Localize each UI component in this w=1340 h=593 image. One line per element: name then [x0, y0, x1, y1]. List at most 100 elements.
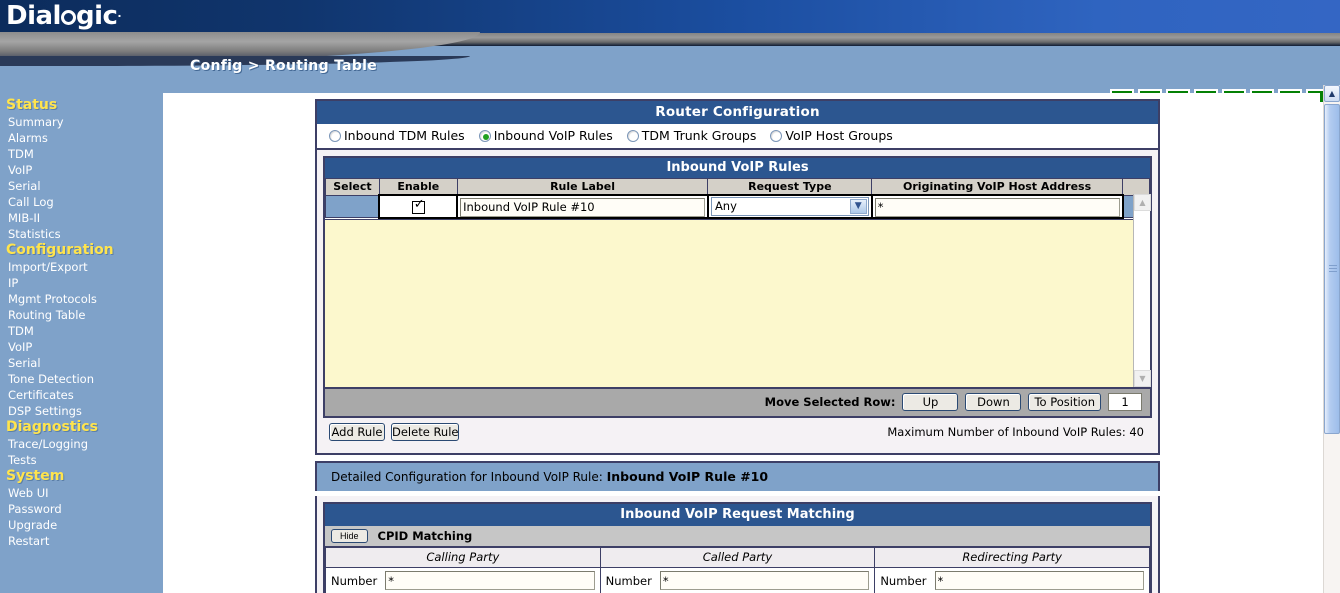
move-selected-row-bar: Move Selected Row: Up Down To Position: [325, 386, 1150, 416]
logo-text-second: gic: [75, 1, 118, 31]
rule-label-input[interactable]: [460, 197, 705, 217]
page-scrollbar-thumb[interactable]: [1324, 104, 1340, 434]
radio-button-icon[interactable]: [329, 129, 341, 142]
row-originating-host-cell: [870, 194, 1124, 219]
max-rules-note: Maximum Number of Inbound VoIP Rules: 40: [887, 424, 1144, 439]
inbound-voip-rules-box: Inbound VoIP Rules Select Enable Rule La…: [323, 156, 1152, 418]
rule-type-radio-group: Inbound TDM Rules Inbound VoIP Rules TDM…: [317, 124, 1158, 150]
radio-button-selected-icon[interactable]: [478, 129, 491, 142]
sidebar-item-alarms[interactable]: Alarms: [0, 130, 163, 146]
request-type-select[interactable]: Any ▼: [710, 196, 869, 216]
logo-trademark: .: [117, 7, 122, 20]
scroll-up-icon[interactable]: ▲: [1134, 193, 1151, 211]
sidebar-item-serial-status[interactable]: Serial: [0, 178, 163, 194]
detailed-configuration-bar: Detailed Configuration for Inbound VoIP …: [315, 461, 1160, 491]
page-scroll-up-icon[interactable]: ▲: [1324, 85, 1340, 102]
radio-voip-host-groups[interactable]: VoIP Host Groups: [770, 128, 893, 143]
hide-button[interactable]: Hide: [331, 529, 368, 543]
row-rule-label-cell: [456, 194, 709, 219]
detailed-configuration-prefix: Detailed Configuration for Inbound VoIP …: [331, 470, 603, 484]
logo-text-first: Dial: [6, 1, 61, 31]
redirecting-party-cell: Number: [874, 567, 1150, 593]
column-header-called-party: Called Party: [599, 547, 876, 568]
request-type-value: Any: [714, 198, 737, 213]
sidebar-heading-diagnostics: Diagnostics: [6, 419, 98, 435]
sidebar-item-dsp-settings[interactable]: DSP Settings: [0, 403, 163, 419]
rules-table: Select Enable Rule Label Request Type Or…: [325, 178, 1150, 219]
column-header-originating-host: Originating VoIP Host Address: [871, 178, 1123, 196]
called-party-number-input[interactable]: [659, 571, 870, 590]
to-position-button[interactable]: To Position: [1028, 392, 1101, 411]
sidebar-item-ip[interactable]: IP: [0, 275, 163, 291]
sidebar-item-mib-ii[interactable]: MIB-II: [0, 210, 163, 226]
column-header-enable: Enable: [378, 178, 458, 196]
sidebar-item-upgrade[interactable]: Upgrade: [0, 517, 163, 533]
add-rule-button[interactable]: Add Rule: [329, 422, 385, 441]
delete-rule-button[interactable]: Delete Rule: [391, 422, 460, 441]
move-selected-row-label: Move Selected Row:: [764, 394, 896, 409]
application-window: Dialgic. Ports Config > Routing Table St…: [0, 0, 1340, 593]
calling-party-number-label: Number: [331, 573, 378, 588]
sidebar-item-password[interactable]: Password: [0, 501, 163, 517]
to-position-input[interactable]: [1108, 392, 1142, 411]
request-matching-title: Inbound VoIP Request Matching: [325, 504, 1150, 526]
column-header-request-type: Request Type: [707, 178, 873, 196]
radio-label: VoIP Host Groups: [785, 128, 893, 143]
sidebar-heading-status: Status: [6, 97, 58, 113]
sidebar-item-voip-status[interactable]: VoIP: [0, 162, 163, 178]
sidebar-item-voip-config[interactable]: VoIP: [0, 339, 163, 355]
router-configuration-title: Router Configuration: [317, 101, 1158, 124]
scroll-down-icon[interactable]: ▼: [1134, 369, 1151, 387]
sidebar-item-certificates[interactable]: Certificates: [0, 387, 163, 403]
sidebar-item-import-export[interactable]: Import/Export: [0, 259, 163, 275]
rule-actions-row: Add Rule Delete Rule Maximum Number of I…: [323, 417, 1152, 447]
sidebar-item-summary[interactable]: Summary: [0, 114, 163, 130]
sidebar-item-call-log[interactable]: Call Log: [0, 194, 163, 210]
sidebar-item-serial-config[interactable]: Serial: [0, 355, 163, 371]
page-scrollbar[interactable]: ▲: [1323, 85, 1340, 593]
called-party-number-label: Number: [605, 573, 652, 588]
called-party-cell: Number: [599, 567, 876, 593]
sidebar-heading-system: System: [6, 468, 65, 484]
inbound-voip-rules-title: Inbound VoIP Rules: [325, 158, 1150, 178]
rules-list-empty-area: ▲ ▼: [325, 193, 1151, 387]
radio-tdm-trunk-groups[interactable]: TDM Trunk Groups: [626, 128, 756, 143]
radio-inbound-voip-rules[interactable]: Inbound VoIP Rules: [478, 128, 613, 143]
sidebar-item-routing-table[interactable]: Routing Table: [0, 307, 163, 323]
sidebar-item-trace-logging[interactable]: Trace/Logging: [0, 436, 163, 452]
calling-party-number-input[interactable]: [385, 571, 595, 590]
sidebar-item-statistics[interactable]: Statistics: [0, 226, 163, 242]
row-enable-cell: [378, 194, 459, 219]
column-header-calling-party: Calling Party: [325, 547, 601, 568]
main-content: Router Configuration Inbound TDM Rules I…: [163, 93, 1320, 593]
sidebar-heading-configuration: Configuration: [6, 242, 114, 258]
column-header-select: Select: [325, 178, 380, 196]
sidebar-item-tone-detection[interactable]: Tone Detection: [0, 371, 163, 387]
enable-checkbox[interactable]: [411, 198, 425, 214]
row-request-type-cell: Any ▼: [706, 194, 873, 219]
rules-list-scrollbar[interactable]: ▲ ▼: [1133, 193, 1151, 387]
chevron-down-icon[interactable]: ▼: [849, 198, 867, 214]
scrollbar-grip-icon: [1329, 265, 1337, 273]
radio-inbound-tdm-rules[interactable]: Inbound TDM Rules: [329, 128, 465, 143]
party-number-row: Number Number: [325, 567, 1150, 593]
detailed-configuration-rule-name: Inbound VoIP Rule #10: [606, 469, 769, 484]
move-up-button[interactable]: Up: [902, 392, 959, 411]
router-configuration-panel: Router Configuration Inbound TDM Rules I…: [315, 99, 1160, 455]
originating-host-input[interactable]: [874, 197, 1120, 217]
calling-party-cell: Number: [325, 567, 601, 593]
radio-button-icon[interactable]: [626, 129, 639, 142]
sidebar-item-tests[interactable]: Tests: [0, 452, 163, 468]
sidebar-item-mgmt-protocols[interactable]: Mgmt Protocols: [0, 291, 163, 307]
column-header-rule-label: Rule Label: [456, 178, 709, 196]
sidebar-item-tdm-config[interactable]: TDM: [0, 323, 163, 339]
table-row[interactable]: Any ▼ 1: [325, 194, 1150, 219]
sidebar-item-restart[interactable]: Restart: [0, 533, 163, 549]
move-down-button[interactable]: Down: [965, 392, 1022, 411]
cpid-matching-label: CPID Matching: [377, 529, 473, 543]
sidebar-item-web-ui[interactable]: Web UI: [0, 485, 163, 501]
radio-button-icon[interactable]: [770, 129, 783, 142]
sidebar-item-tdm-status[interactable]: TDM: [0, 146, 163, 162]
row-select-cell[interactable]: [325, 194, 380, 218]
redirecting-party-number-input[interactable]: [934, 571, 1144, 590]
